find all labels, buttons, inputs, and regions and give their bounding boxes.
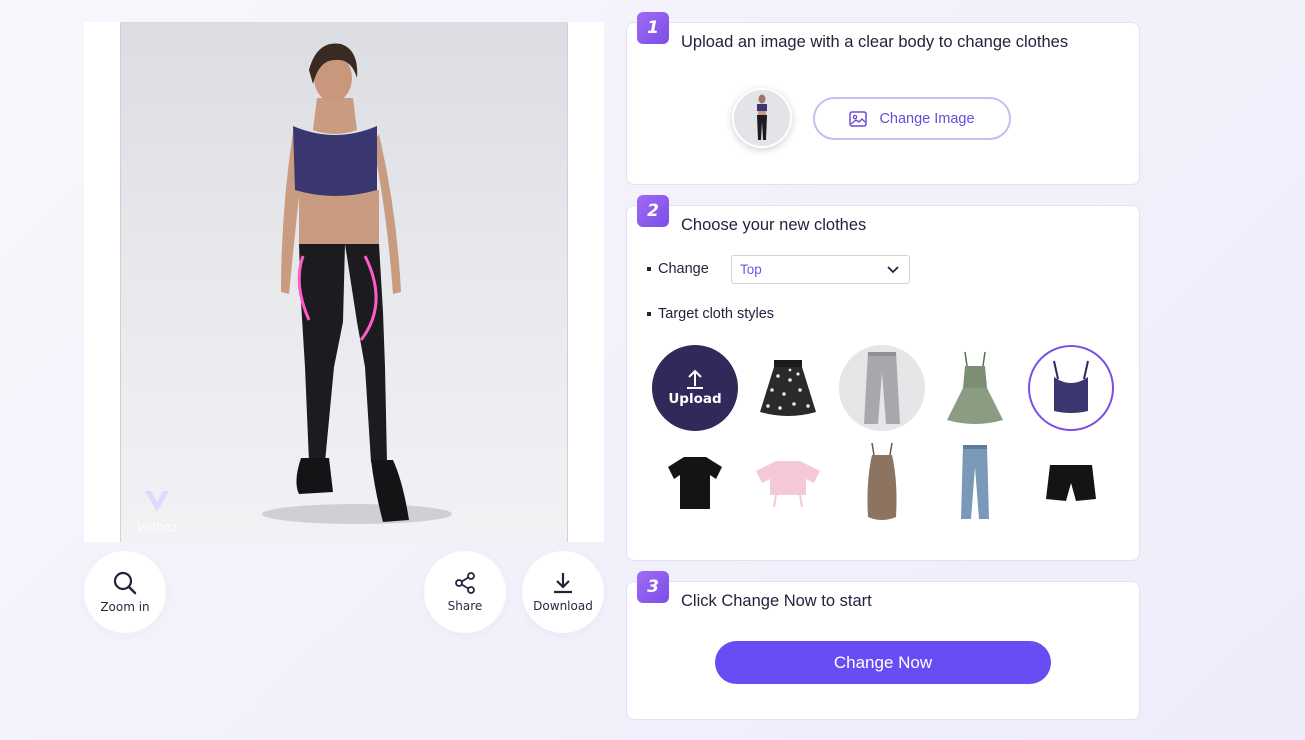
- change-type-value: Top: [740, 262, 762, 277]
- change-now-button[interactable]: Change Now: [715, 641, 1051, 684]
- cloth-style-black-tshirt[interactable]: [652, 439, 738, 525]
- cloth-style-blue-jeans[interactable]: [932, 439, 1018, 525]
- zoom-in-button[interactable]: Zoom in: [84, 551, 166, 633]
- cloth-style-grey-jeans[interactable]: [839, 345, 925, 431]
- navy-crop-top-icon: [1053, 360, 1089, 413]
- share-label: Share: [447, 599, 483, 613]
- step3-title: Click Change Now to start: [681, 592, 872, 610]
- step3-badge: 3: [637, 571, 669, 603]
- upload-label: Upload: [668, 391, 722, 407]
- change-image-button[interactable]: Change Image: [813, 97, 1011, 140]
- search-icon: [113, 571, 137, 595]
- image-icon: [849, 110, 868, 127]
- step2-title: Choose your new clothes: [681, 216, 867, 234]
- model-photo: Vidnoz: [120, 22, 568, 542]
- step1-badge: 1: [637, 12, 669, 44]
- styles-label: Target cloth styles: [658, 306, 775, 322]
- vidnoz-logo-icon: [145, 491, 169, 512]
- zoom-in-label: Zoom in: [100, 600, 150, 614]
- brown-dress-icon: [867, 442, 897, 520]
- result-preview: Vidnoz: [84, 22, 604, 542]
- upload-icon: [687, 369, 703, 389]
- step2-card: 2 Choose your new clothes Change Top Tar…: [626, 195, 1140, 561]
- bullet: [647, 312, 651, 316]
- change-label: Change: [658, 261, 709, 277]
- grey-jeans-icon: [864, 352, 900, 424]
- chevron-down-icon: [887, 265, 899, 273]
- change-type-select[interactable]: Top: [731, 255, 910, 284]
- cloth-style-floral-skirt[interactable]: [745, 345, 831, 431]
- download-label: Download: [533, 599, 593, 613]
- step2-badge: 2: [637, 195, 669, 227]
- share-icon: [455, 572, 475, 594]
- vidnoz-watermark: Vidnoz: [135, 488, 179, 534]
- blue-jeans-icon: [961, 445, 989, 519]
- pink-crop-tee-icon: [756, 461, 820, 508]
- green-dress-icon: [947, 351, 1003, 424]
- change-image-label: Change Image: [879, 110, 975, 127]
- change-row-label: Change: [647, 261, 709, 277]
- step1-card: 1 Upload an image with a clear body to c…: [626, 12, 1140, 185]
- uploaded-image-thumbnail[interactable]: [732, 88, 792, 148]
- black-tshirt-icon: [668, 457, 722, 509]
- upload-cloth-button[interactable]: Upload: [652, 345, 738, 431]
- cloth-style-green-dress[interactable]: [932, 345, 1018, 431]
- bullet: [647, 267, 651, 271]
- model-figure: [262, 43, 452, 524]
- share-button[interactable]: Share: [424, 551, 506, 633]
- cloth-style-navy-crop-top[interactable]: [1028, 345, 1114, 431]
- floral-skirt-icon: [760, 360, 816, 416]
- step3-card: 3 Click Change Now to start Change Now: [626, 571, 1140, 720]
- cloth-style-black-shorts[interactable]: [1028, 439, 1114, 525]
- cloth-style-brown-dress[interactable]: [839, 439, 925, 525]
- download-icon: [554, 573, 572, 594]
- thumbnail-figure: [734, 90, 790, 146]
- black-shorts-icon: [1046, 465, 1096, 501]
- download-button[interactable]: Download: [522, 551, 604, 633]
- styles-row-label: Target cloth styles: [647, 306, 774, 322]
- cloth-style-pink-crop-tee[interactable]: [745, 439, 831, 525]
- step1-title: Upload an image with a clear body to cha…: [681, 33, 1069, 51]
